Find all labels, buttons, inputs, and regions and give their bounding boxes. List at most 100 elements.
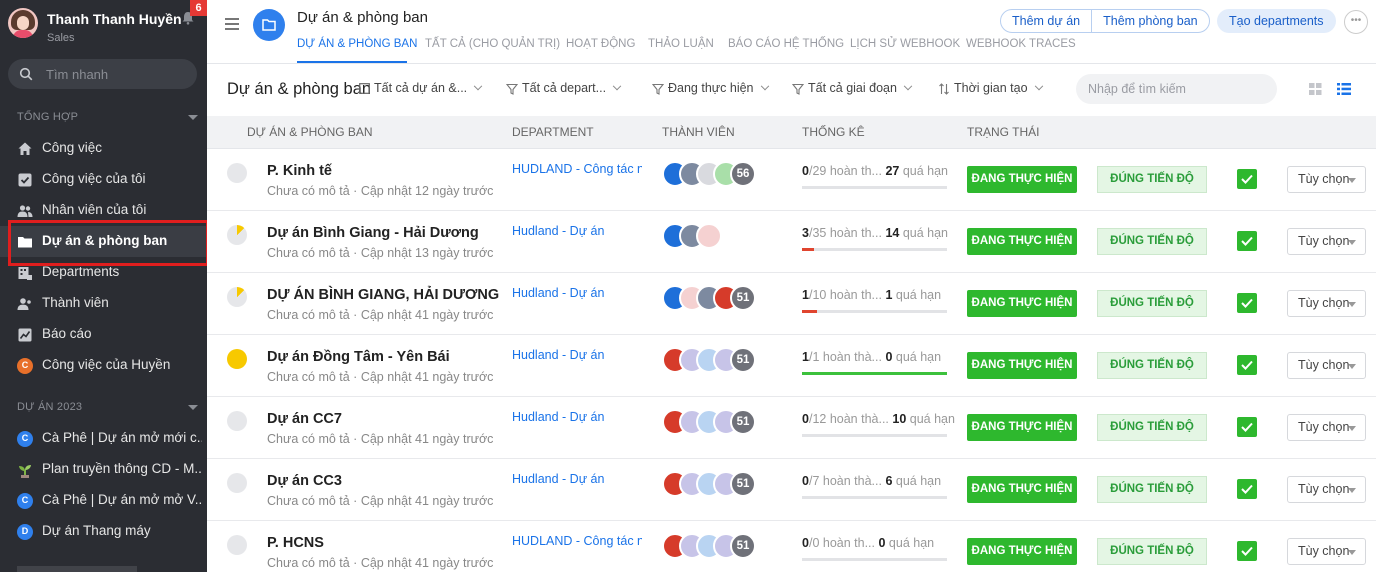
options-dropdown[interactable]: Tùy chọn [1287, 290, 1366, 317]
project-name[interactable]: Dự án CC7 [267, 411, 342, 427]
options-dropdown[interactable]: Tùy chọn [1287, 414, 1366, 441]
options-dropdown[interactable]: Tùy chọn [1287, 228, 1366, 255]
tab-all-admin[interactable]: TẤT CẢ (CHO QUẢN TRỊ) [425, 38, 560, 50]
add-department-button[interactable]: Thêm phòng ban [1091, 10, 1209, 32]
more-icon[interactable]: ••• [1344, 10, 1368, 34]
check-icon[interactable] [1237, 541, 1257, 561]
sidebar-item-label: Dự án Thang máy [42, 523, 151, 538]
sidebar-project-item[interactable]: D Dự án Thang máy [0, 516, 207, 547]
chevron-down-icon[interactable] [188, 115, 198, 120]
status-badge[interactable]: ĐANG THỰC HIỆN [967, 228, 1077, 255]
project-name[interactable]: P. Kinh tế [267, 163, 332, 179]
sidebar-project-item[interactable]: Plan truyền thông CD - M... [0, 454, 207, 485]
caret-down-icon [1348, 550, 1356, 555]
member-avatar[interactable] [696, 223, 722, 249]
tab-projects[interactable]: DỰ ÁN & PHÒNG BAN [297, 38, 417, 50]
filter-status[interactable]: Đang thực hiện [652, 81, 769, 95]
tab-webhook-history[interactable]: LỊCH SỬ WEBHOOK [850, 38, 960, 50]
user-name[interactable]: Thanh Thanh Huyền [47, 11, 182, 27]
sidebar-project-item[interactable]: C Cà Phê | Dự án mở mở V... [0, 485, 207, 516]
member-count-badge[interactable]: 51 [730, 347, 756, 373]
tasks-done: 1 [802, 350, 809, 364]
avatar[interactable] [8, 8, 38, 38]
done-label: hoàn thà... [822, 350, 882, 364]
department-link[interactable]: Hudland - Dự án [512, 286, 642, 300]
user-panel[interactable]: Thanh Thanh Huyền Sales 6 [0, 0, 207, 56]
status-badge[interactable]: ĐANG THỰC HIỆN [967, 538, 1077, 565]
progress-status-icon [227, 225, 247, 245]
status-badge[interactable]: ĐANG THỰC HIỆN [967, 476, 1077, 503]
sidebar-project-item[interactable]: C Cà Phê | Dự án mở mới c... [0, 423, 207, 454]
check-icon[interactable] [1237, 479, 1257, 499]
department-link[interactable]: Hudland - Dự án [512, 410, 642, 424]
member-count-badge[interactable]: 51 [730, 533, 756, 559]
check-icon[interactable] [1237, 293, 1257, 313]
chevron-down-icon[interactable] [188, 405, 198, 410]
department-link[interactable]: HUDLAND - Công tác nội [512, 162, 642, 176]
tasks-overdue: 27 [885, 164, 900, 178]
status-badge[interactable]: ĐANG THỰC HIỆN [967, 166, 1077, 193]
grid-view-icon[interactable] [1309, 83, 1322, 95]
list-search-input[interactable]: Nhập để tìm kiếm [1076, 74, 1277, 104]
filter-departments[interactable]: Tất cả depart... [506, 81, 622, 95]
letter-c-icon: C [17, 493, 33, 509]
sort-time[interactable]: Thời gian tạo [938, 81, 1043, 95]
department-link[interactable]: Hudland - Dự án [512, 348, 642, 362]
tab-discussion[interactable]: THẢO LUẬN [648, 38, 714, 50]
options-dropdown[interactable]: Tùy chọn [1287, 538, 1366, 565]
table-row[interactable]: P. HCNS Chưa có mô tả · Cập nhật 41 ngày … [207, 521, 1376, 572]
check-icon[interactable] [1237, 355, 1257, 375]
sidebar: Thanh Thanh Huyền Sales 6 Tìm nhanh TỔNG… [0, 0, 207, 572]
sidebar-item-huyen-tasks[interactable]: C Công việc của Huyền [0, 350, 207, 381]
department-link[interactable]: Hudland - Dự án [512, 472, 642, 486]
tab-activity[interactable]: HOẠT ĐỘNG [566, 38, 635, 50]
check-icon[interactable] [1237, 417, 1257, 437]
table-row[interactable]: P. Kinh tế Chưa có mô tả · Cập nhật 12 ng… [207, 149, 1376, 211]
quick-search[interactable]: Tìm nhanh [8, 59, 197, 89]
tab-webhook-traces[interactable]: WEBHOOK TRACES [966, 38, 1076, 50]
list-view-icon[interactable] [1337, 83, 1351, 95]
progress-status-icon [227, 535, 247, 555]
progress-status-icon [227, 473, 247, 493]
options-label: Tùy chọn [1298, 234, 1350, 248]
department-link[interactable]: HUDLAND - Công tác nội [512, 534, 642, 548]
sidebar-item-reports[interactable]: Báo cáo [0, 319, 207, 350]
status-badge[interactable]: ĐANG THỰC HIỆN [967, 414, 1077, 441]
add-project-button[interactable]: Thêm dự án [1001, 10, 1091, 32]
project-name[interactable]: P. HCNS [267, 535, 324, 551]
task-stats: 3/35 hoàn th... 14 quá hạn [802, 226, 949, 240]
create-departments-button[interactable]: Tạo departments [1217, 9, 1336, 33]
options-dropdown[interactable]: Tùy chọn [1287, 352, 1366, 379]
project-meta: Chưa có mô tả · Cập nhật 13 ngày trước [267, 246, 494, 260]
table-row[interactable]: DỰ ÁN BÌNH GIANG, HẢI DƯƠNG Chưa có mô tả… [207, 273, 1376, 335]
project-name[interactable]: Dự án Bình Giang - Hải Dương [267, 225, 479, 241]
status-badge[interactable]: ĐANG THỰC HIỆN [967, 290, 1077, 317]
sort-icon [939, 82, 949, 95]
options-dropdown[interactable]: Tùy chọn [1287, 476, 1366, 503]
sidebar-item-members[interactable]: Thành viên [0, 288, 207, 319]
filter-phase[interactable]: Tất cả giai đoạn [792, 81, 913, 95]
member-count-badge[interactable]: 51 [730, 471, 756, 497]
check-icon[interactable] [1237, 231, 1257, 251]
filter-projects[interactable]: Tất cả dự án &... [359, 81, 483, 95]
sidebar-item-tasks[interactable]: Công việc [0, 133, 207, 164]
project-name[interactable]: Dự án CC3 [267, 473, 342, 489]
tab-system-reports[interactable]: BÁO CÁO HỆ THỐNG [728, 38, 844, 50]
options-dropdown[interactable]: Tùy chọn [1287, 166, 1366, 193]
member-count-badge[interactable]: 56 [730, 161, 756, 187]
menu-icon[interactable] [225, 18, 239, 33]
table-row[interactable]: Dự án CC7 Chưa có mô tả · Cập nhật 41 ngà… [207, 397, 1376, 459]
member-count-badge[interactable]: 51 [730, 285, 756, 311]
table-row[interactable]: Dự án CC3 Chưa có mô tả · Cập nhật 41 ngà… [207, 459, 1376, 521]
check-icon[interactable] [1237, 169, 1257, 189]
project-name[interactable]: DỰ ÁN BÌNH GIANG, HẢI DƯƠNG [267, 287, 499, 303]
table-row[interactable]: Dự án Bình Giang - Hải Dương Chưa có mô t… [207, 211, 1376, 273]
status-badge[interactable]: ĐANG THỰC HIỆN [967, 352, 1077, 379]
sidebar-item-my-tasks[interactable]: Công việc của tôi [0, 164, 207, 195]
department-link[interactable]: Hudland - Dự án [512, 224, 642, 238]
member-count-badge[interactable]: 51 [730, 409, 756, 435]
project-name[interactable]: Dự án Đồng Tâm - Yên Bái [267, 349, 450, 365]
sidebar-item-label: Công việc [42, 140, 103, 155]
sidebar-item-label: Cà Phê | Dự án mở mở V... [42, 492, 202, 507]
table-row[interactable]: Dự án Đồng Tâm - Yên Bái Chưa có mô tả · … [207, 335, 1376, 397]
